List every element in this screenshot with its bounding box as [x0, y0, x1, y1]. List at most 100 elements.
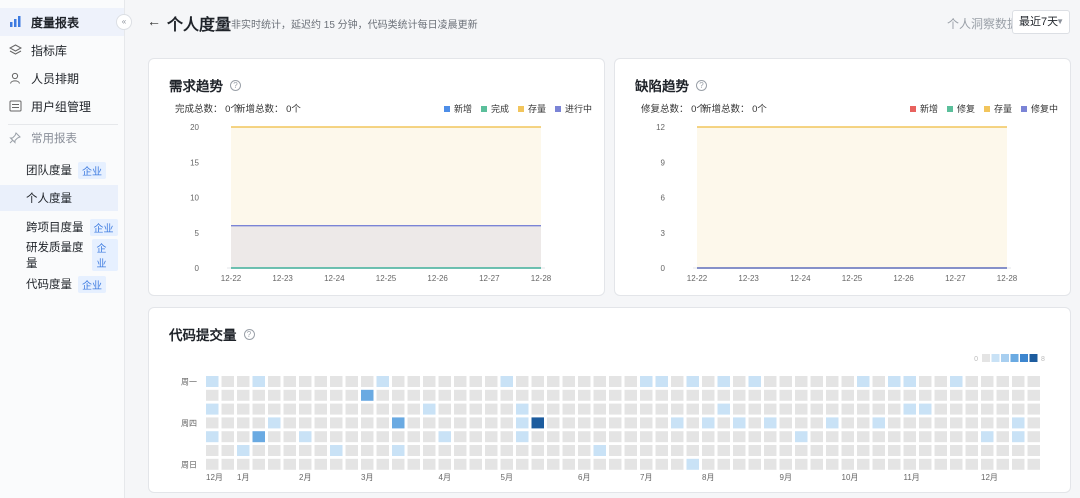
heatmap-cell: [469, 389, 482, 401]
heatmap-cell: [516, 458, 529, 470]
heatmap-cell: [283, 458, 296, 470]
heatmap-cell: [950, 403, 963, 415]
heatmap-cell: [516, 445, 529, 456]
heatmap-cell: [252, 376, 265, 387]
heatmap-cell: [392, 431, 405, 443]
heatmap-cell: [733, 403, 746, 415]
heatmap-cell: [392, 445, 405, 456]
heatmap-cell: [934, 376, 947, 387]
heatmap-cell: [748, 403, 761, 415]
heatmap-cell: [547, 458, 560, 470]
heatmap-cell: [950, 376, 963, 387]
heatmap-cell: [593, 417, 606, 429]
heatmap-cell: [965, 376, 978, 387]
heatmap-cell: [640, 458, 653, 470]
heatmap-cell: [562, 458, 575, 470]
heatmap-cell: [299, 403, 312, 415]
heatmap-cell: [609, 376, 622, 387]
heatmap-cell: [609, 458, 622, 470]
sidebar-item-metric-reports[interactable]: 度量报表: [0, 8, 124, 36]
heatmap-cell: [857, 458, 870, 470]
heatmap-cell: [903, 417, 916, 429]
personal-insight-link[interactable]: 个人洞察数据: [947, 15, 1019, 32]
scale-swatch: [1001, 354, 1009, 362]
weekday-label: 周四: [181, 419, 197, 428]
heatmap-cell: [640, 403, 653, 415]
month-label: 7月: [640, 473, 652, 482]
info-icon: i: [217, 18, 227, 29]
heatmap-cell: [361, 389, 374, 401]
date-range-select[interactable]: 最近7天 ▼: [1012, 10, 1070, 34]
heatmap-cell: [392, 376, 405, 387]
heatmap-cell: [407, 458, 420, 470]
heatmap-cell: [624, 417, 637, 429]
demand-trend-card: 需求趋势 ? 完成总数： 0个 新增总数： 0个 新增 完成 存量 进行中 05…: [148, 58, 605, 296]
heatmap-cell: [454, 376, 467, 387]
heatmap-cell: [764, 376, 777, 387]
heatmap-cell: [919, 376, 932, 387]
sidebar-item-personal-metrics[interactable]: 个人度量: [0, 185, 118, 211]
y-tick-label: 10: [190, 194, 199, 203]
y-tick-label: 3: [661, 229, 666, 238]
heatmap-cell: [516, 417, 529, 429]
heatmap-cell: [857, 445, 870, 456]
heatmap-cell: [609, 431, 622, 443]
back-arrow-icon[interactable]: ←: [147, 13, 161, 29]
sidebar-collapse-button[interactable]: «: [116, 14, 132, 30]
heatmap-cell: [531, 458, 544, 470]
heatmap-cell: [485, 417, 498, 429]
heatmap-cell: [593, 376, 606, 387]
heatmap-cell: [857, 417, 870, 429]
sidebar-item-rd-quality-metrics[interactable]: 研发质量度量 企业: [0, 239, 118, 271]
heatmap-cell: [810, 445, 823, 456]
sidebar-item-label: 指标库: [31, 43, 68, 58]
heatmap-cell: [655, 445, 668, 456]
sidebar-item-user-group-management[interactable]: 用户组管理: [0, 92, 124, 120]
enterprise-badge: 企业: [89, 218, 118, 236]
heatmap-cell: [655, 403, 668, 415]
heatmap-cell: [609, 417, 622, 429]
heatmap-cell: [748, 431, 761, 443]
section-label: 常用报表: [31, 133, 77, 145]
date-range-value: 最近7天: [1019, 16, 1059, 28]
heatmap-cell: [361, 417, 374, 429]
heatmap-cell: [1027, 403, 1040, 415]
heatmap-cell: [237, 376, 250, 387]
user-icon: [8, 71, 22, 85]
heatmap-cell: [857, 403, 870, 415]
heatmap-cell: [454, 403, 467, 415]
heatmap-cell: [996, 431, 1009, 443]
sidebar-item-code-metrics[interactable]: 代码度量 企业: [0, 271, 118, 297]
heatmap-cell: [733, 376, 746, 387]
heatmap-cell: [702, 417, 715, 429]
heatmap-cell: [950, 417, 963, 429]
heatmap-cell: [686, 389, 699, 401]
heatmap-cell: [686, 445, 699, 456]
heatmap-cell: [810, 431, 823, 443]
heatmap-cell: [283, 417, 296, 429]
heatmap-cell: [407, 389, 420, 401]
heatmap-cell: [717, 403, 730, 415]
heatmap-cell: [981, 403, 994, 415]
heatmap-cell: [826, 389, 839, 401]
heatmap-cell: [500, 458, 513, 470]
heatmap-cell: [392, 458, 405, 470]
sidebar-item-indicator-library[interactable]: 指标库: [0, 36, 124, 64]
sidebar-item-cross-project-metrics[interactable]: 跨项目度量 企业: [0, 214, 118, 240]
heatmap-cell: [826, 445, 839, 456]
heatmap-cell: [826, 417, 839, 429]
heatmap-cell: [733, 431, 746, 443]
pin-icon: [8, 131, 22, 145]
list-icon: [8, 99, 22, 113]
heatmap-cell: [1012, 403, 1025, 415]
sidebar-item-staff-schedule[interactable]: 人员排期: [0, 64, 124, 92]
heatmap-cell: [237, 403, 250, 415]
heatmap-cell: [283, 389, 296, 401]
heatmap-cell: [485, 431, 498, 443]
heatmap-cell: [299, 389, 312, 401]
sidebar-item-label: 团队度量: [26, 165, 72, 177]
sidebar-item-team-metrics[interactable]: 团队度量 企业: [0, 157, 118, 183]
heatmap-cell: [624, 458, 637, 470]
heatmap-cell: [314, 417, 327, 429]
series-area: [697, 127, 1007, 268]
